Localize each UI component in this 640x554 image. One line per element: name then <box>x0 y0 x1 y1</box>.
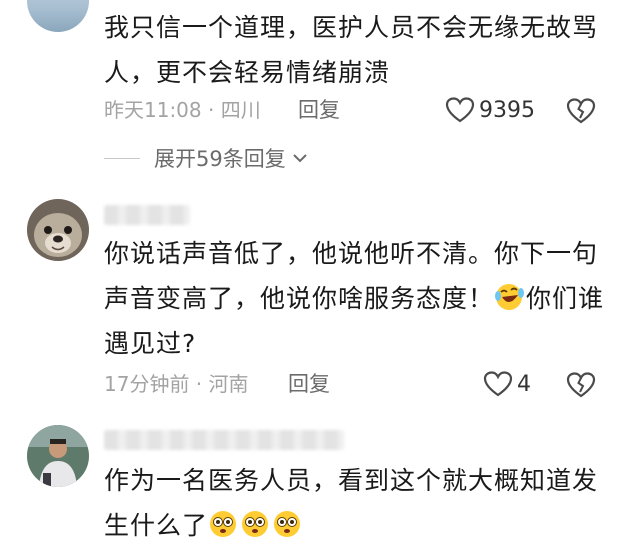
comment-text: 我只信一个道理，医护人员不会无缘无故骂人，更不会轻易情绪崩溃 <box>104 13 599 87</box>
like-count: 9395 <box>479 97 535 123</box>
heart-outline-icon <box>445 97 475 123</box>
reply-button[interactable]: 回复 <box>288 370 330 398</box>
avatar[interactable] <box>27 0 89 32</box>
avatar[interactable] <box>27 425 89 487</box>
expand-replies-label: 展开59条回复 <box>154 147 286 171</box>
time-location: 17分钟前 · 河南 <box>104 372 249 396</box>
username-blurred[interactable] <box>104 205 190 225</box>
flushed-face-emoji <box>242 511 269 537</box>
comment-text-part: 作为一名医务人员，看到这个就大概知道发生什么了 <box>104 466 599 540</box>
person-avatar-image <box>27 425 89 487</box>
otter-avatar-image <box>27 199 89 261</box>
divider-line <box>104 157 140 159</box>
comment-meta: 昨天11:08 · 四川 <box>104 96 261 124</box>
laughing-tears-emoji <box>495 284 525 310</box>
broken-heart-icon[interactable] <box>566 95 596 125</box>
comment-meta: 17分钟前 · 河南 <box>104 370 249 398</box>
like-button[interactable]: 9395 <box>445 94 535 126</box>
expand-replies-button[interactable]: 展开59条回复 <box>104 143 310 173</box>
broken-heart-icon[interactable] <box>566 369 596 399</box>
avatar[interactable] <box>27 199 89 261</box>
username-blurred[interactable] <box>104 430 344 450</box>
like-count: 4 <box>517 371 531 397</box>
flushed-face-emoji <box>210 511 237 537</box>
reply-button[interactable]: 回复 <box>298 96 340 124</box>
comment-text: 你说话声音低了，他说他听不清。你下一句声音变高了，他说你啥服务态度！ 你们谁遇见… <box>104 231 614 366</box>
chevron-down-icon <box>293 154 307 163</box>
time-location: 昨天11:08 · 四川 <box>104 98 261 122</box>
like-button[interactable]: 4 <box>483 368 531 400</box>
comment-text: 作为一名医务人员，看到这个就大概知道发生什么了 <box>104 458 614 548</box>
flushed-face-emoji <box>274 511 301 537</box>
heart-outline-icon <box>483 371 513 397</box>
